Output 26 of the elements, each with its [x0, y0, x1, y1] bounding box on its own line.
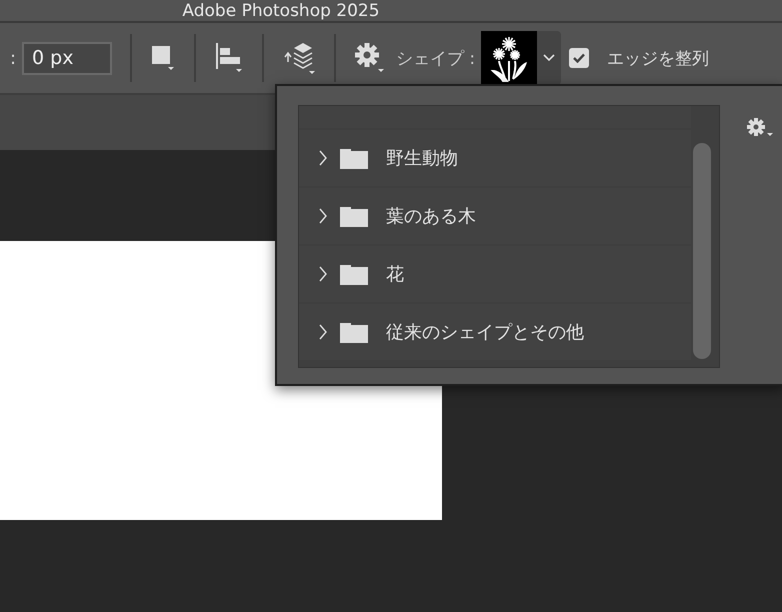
align-edges-label: エッジを整列 — [607, 48, 710, 70]
chevron-icon[interactable] — [319, 324, 328, 340]
layers-arrange-icon[interactable] — [282, 41, 316, 75]
window-title: Adobe Photoshop 2025 — [182, 1, 380, 21]
chevron-icon[interactable] — [319, 150, 328, 166]
chevron-down-icon — [543, 54, 556, 62]
folder-name: 葉のある木 — [386, 205, 476, 228]
folder-name: 花 — [386, 263, 404, 286]
folder-icon — [340, 321, 368, 343]
check-icon — [573, 53, 586, 63]
folder-icon — [340, 205, 368, 227]
size-field[interactable]: 0 px — [22, 42, 112, 74]
align-edges-checkbox[interactable] — [569, 48, 590, 68]
folder-icon — [340, 263, 368, 285]
shape-preview[interactable] — [481, 31, 538, 85]
settings-icon[interactable] — [354, 42, 386, 74]
folder-icon — [340, 147, 368, 169]
folder-name: 野生動物 — [386, 147, 458, 170]
folder-name: 従来のシェイプとその他 — [386, 321, 584, 344]
fill-square-icon[interactable] — [150, 45, 176, 71]
chevron-icon[interactable] — [319, 208, 328, 224]
align-icon[interactable] — [214, 42, 244, 74]
field-label: : — [10, 48, 18, 68]
shape-label: シェイプ : — [396, 48, 476, 70]
chevron-icon[interactable] — [319, 266, 328, 282]
scrollbar[interactable] — [693, 143, 711, 359]
